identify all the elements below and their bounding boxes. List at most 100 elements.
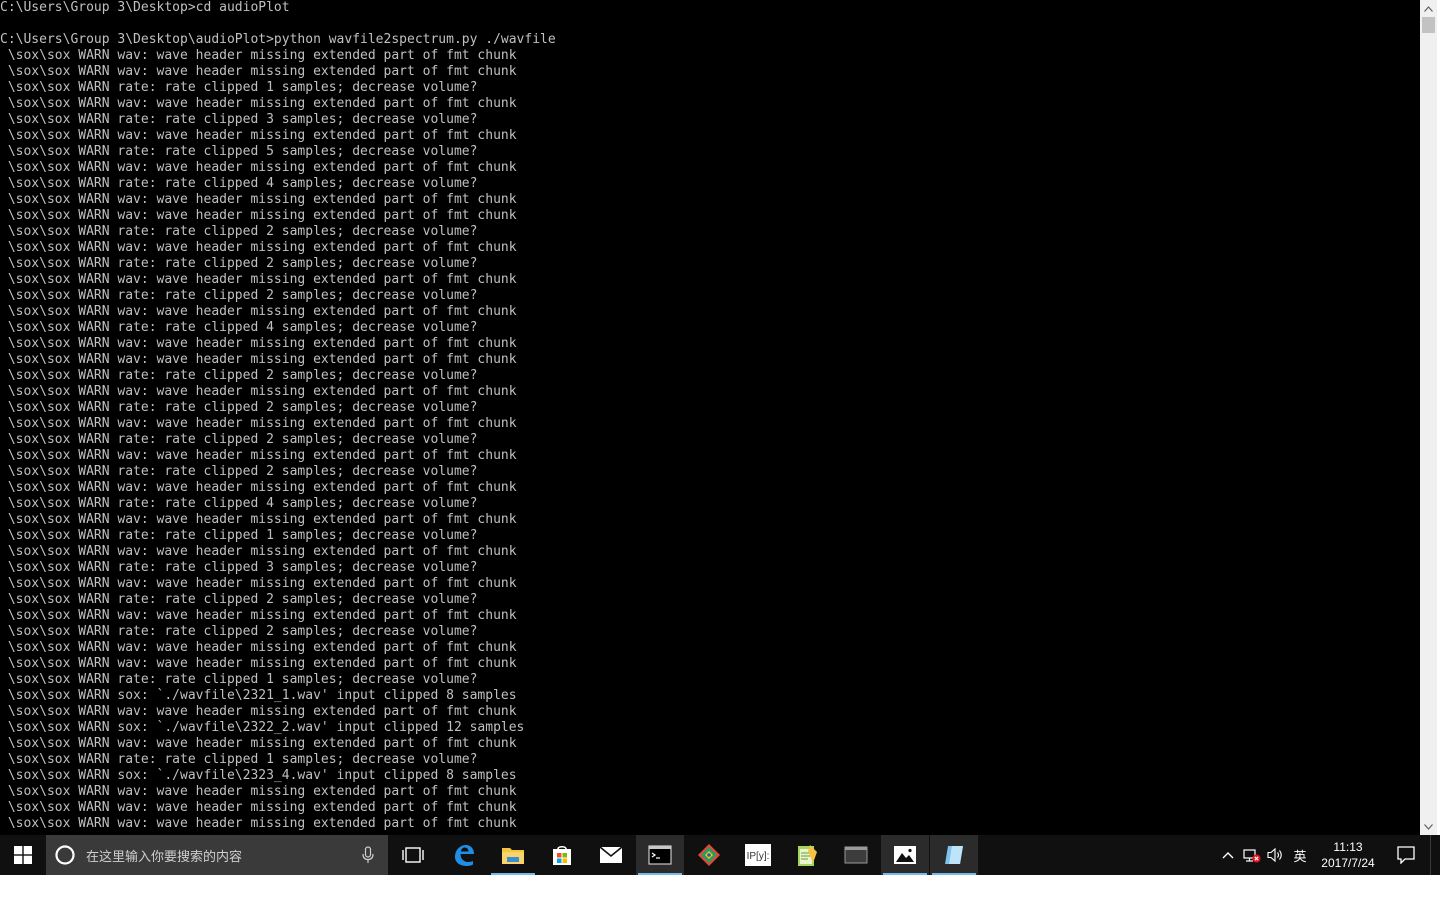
git-icon — [698, 844, 720, 866]
console-line: \sox\sox WARN rate: rate clipped 2 sampl… — [0, 256, 478, 271]
console-line: \sox\sox WARN rate: rate clipped 1 sampl… — [0, 528, 478, 543]
console-line: \sox\sox WARN sox: `./wavfile\2321_1.wav… — [0, 688, 517, 703]
console-line: \sox\sox WARN wav: wave header missing e… — [0, 656, 517, 671]
taskbar: 在这里输入你要搜索的内容 IP[y]: 英 11:13 2017/7/24 — [0, 835, 1440, 875]
console-window[interactable]: C:\Users\Group 3\Desktop>cd audioPlot C:\… — [0, 0, 1420, 835]
taskbar-app-ipython[interactable]: IP[y]: — [734, 835, 782, 875]
console-line: \sox\sox WARN rate: rate clipped 2 sampl… — [0, 368, 478, 383]
cortana-circle-icon — [55, 845, 75, 865]
system-tray: 英 — [1216, 835, 1312, 875]
taskbar-app-file-explorer[interactable] — [489, 835, 537, 875]
ipython-icon: IP[y]: — [745, 844, 771, 866]
console-line: \sox\sox WARN rate: rate clipped 2 sampl… — [0, 288, 478, 303]
console-line: \sox\sox WARN wav: wave header missing e… — [0, 816, 517, 831]
console-line: C:\Users\Group 3\Desktop\audioPlot>pytho… — [0, 32, 556, 47]
console-line: \sox\sox WARN wav: wave header missing e… — [0, 416, 517, 431]
mail-icon — [599, 846, 623, 863]
console-line: \sox\sox WARN wav: wave header missing e… — [0, 448, 517, 463]
store-icon — [553, 845, 571, 865]
microphone-icon[interactable] — [362, 846, 374, 864]
ime-indicator[interactable]: 英 — [1288, 835, 1312, 875]
console-line: \sox\sox WARN rate: rate clipped 2 sampl… — [0, 224, 478, 239]
window-icon — [844, 846, 868, 864]
scroll-thumb[interactable] — [1422, 17, 1435, 33]
scroll-up-arrow-icon[interactable] — [1420, 0, 1437, 17]
console-line: \sox\sox WARN wav: wave header missing e… — [0, 544, 517, 559]
console-line: \sox\sox WARN wav: wave header missing e… — [0, 512, 517, 527]
console-line: \sox\sox WARN wav: wave header missing e… — [0, 608, 517, 623]
console-line: \sox\sox WARN rate: rate clipped 4 sampl… — [0, 176, 478, 191]
console-output: C:\Users\Group 3\Desktop>cd audioPlot C:\… — [0, 0, 556, 832]
show-desktop-button[interactable] — [1430, 835, 1440, 875]
console-line: \sox\sox WARN wav: wave header missing e… — [0, 480, 517, 495]
console-line: \sox\sox WARN rate: rate clipped 4 sampl… — [0, 496, 478, 511]
task-view-icon — [402, 847, 424, 863]
blue-app-icon — [945, 846, 963, 864]
chevron-up-icon — [1222, 852, 1234, 859]
scroll-down-arrow-icon[interactable] — [1420, 818, 1437, 835]
photos-icon — [894, 846, 916, 864]
console-line: \sox\sox WARN wav: wave header missing e… — [0, 208, 517, 223]
console-line: \sox\sox WARN sox: `./wavfile\2323_4.wav… — [0, 768, 517, 783]
taskbar-app-mail[interactable] — [587, 835, 635, 875]
console-line: \sox\sox WARN rate: rate clipped 3 sampl… — [0, 112, 478, 127]
edge-icon — [455, 845, 474, 866]
console-line: \sox\sox WARN wav: wave header missing e… — [0, 64, 517, 79]
taskbar-app-edge[interactable] — [440, 835, 488, 875]
console-line: \sox\sox WARN rate: rate clipped 4 sampl… — [0, 320, 478, 335]
network-disconnected-icon — [1243, 849, 1261, 863]
console-line: \sox\sox WARN rate: rate clipped 2 sampl… — [0, 400, 478, 415]
taskbar-app-photos[interactable] — [881, 835, 929, 875]
console-line: C:\Users\Group 3\Desktop>cd audioPlot — [0, 0, 290, 15]
show-hidden-icons-button[interactable] — [1216, 835, 1240, 875]
action-center-button[interactable] — [1388, 835, 1424, 875]
clock[interactable]: 11:13 2017/7/24 — [1310, 835, 1386, 875]
network-tray-button[interactable] — [1240, 835, 1264, 875]
console-line: \sox\sox WARN wav: wave header missing e… — [0, 384, 517, 399]
notification-icon — [1397, 846, 1415, 864]
console-line: \sox\sox WARN rate: rate clipped 1 sampl… — [0, 672, 478, 687]
cmd-icon — [648, 845, 672, 865]
console-line: \sox\sox WARN wav: wave header missing e… — [0, 128, 517, 143]
console-line: \sox\sox WARN rate: rate clipped 2 sampl… — [0, 624, 478, 639]
console-line: \sox\sox WARN rate: rate clipped 2 sampl… — [0, 432, 478, 447]
console-scrollbar[interactable] — [1420, 0, 1437, 835]
console-line: \sox\sox WARN wav: wave header missing e… — [0, 160, 517, 175]
console-line: \sox\sox WARN rate: rate clipped 2 sampl… — [0, 592, 478, 607]
search-placeholder: 在这里输入你要搜索的内容 — [86, 849, 243, 865]
console-line: \sox\sox WARN wav: wave header missing e… — [0, 704, 517, 719]
folder-icon — [502, 848, 524, 864]
console-line: \sox\sox WARN wav: wave header missing e… — [0, 96, 517, 111]
search-input[interactable]: 在这里输入你要搜索的内容 — [46, 835, 388, 875]
start-button[interactable] — [0, 835, 46, 875]
console-line: \sox\sox WARN wav: wave header missing e… — [0, 240, 517, 255]
console-line: \sox\sox WARN rate: rate clipped 1 sampl… — [0, 752, 478, 767]
console-line: \sox\sox WARN wav: wave header missing e… — [0, 576, 517, 591]
console-line: \sox\sox WARN wav: wave header missing e… — [0, 192, 517, 207]
console-line: \sox\sox WARN rate: rate clipped 1 sampl… — [0, 80, 478, 95]
console-line: \sox\sox WARN wav: wave header missing e… — [0, 640, 517, 655]
windows-logo-icon — [14, 846, 32, 864]
volume-tray-button[interactable] — [1264, 835, 1288, 875]
console-line: \sox\sox WARN rate: rate clipped 5 sampl… — [0, 144, 478, 159]
console-line: \sox\sox WARN wav: wave header missing e… — [0, 784, 517, 799]
clock-time: 11:13 — [1333, 840, 1363, 854]
console-line: \sox\sox WARN wav: wave header missing e… — [0, 336, 517, 351]
task-view-button[interactable] — [390, 835, 436, 875]
taskbar-app-git[interactable] — [685, 835, 733, 875]
taskbar-app-notepad[interactable] — [783, 835, 831, 875]
volume-icon — [1267, 847, 1282, 863]
console-line: \sox\sox WARN wav: wave header missing e… — [0, 800, 517, 815]
console-line: \sox\sox WARN wav: wave header missing e… — [0, 304, 517, 319]
taskbar-app-command-prompt[interactable] — [636, 835, 684, 875]
taskbar-app-window[interactable] — [832, 835, 880, 875]
console-line: \sox\sox WARN rate: rate clipped 3 sampl… — [0, 560, 478, 575]
console-line: \sox\sox WARN rate: rate clipped 2 sampl… — [0, 464, 478, 479]
notepad-icon — [798, 845, 817, 866]
taskbar-app-store[interactable] — [538, 835, 586, 875]
console-line: \sox\sox WARN wav: wave header missing e… — [0, 272, 517, 287]
desktop-strip — [0, 875, 1440, 900]
console-line: \sox\sox WARN wav: wave header missing e… — [0, 352, 517, 367]
taskbar-app-blue[interactable] — [930, 835, 978, 875]
console-line: \sox\sox WARN wav: wave header missing e… — [0, 736, 517, 751]
